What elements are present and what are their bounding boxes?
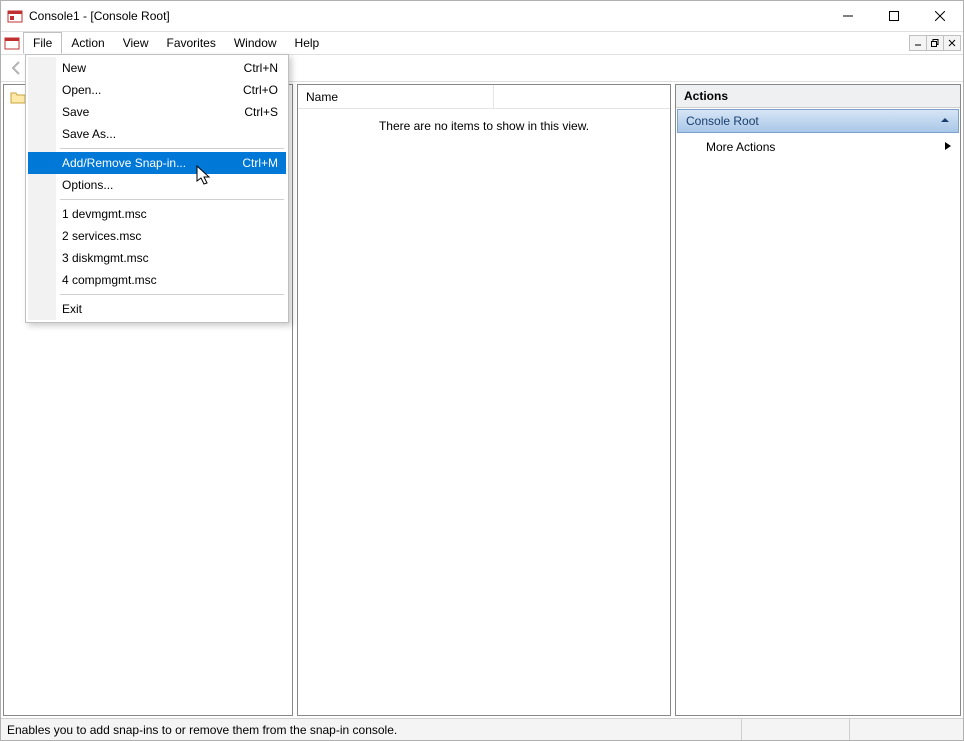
actions-section-label: Console Root [686, 114, 759, 128]
collapse-icon [940, 114, 950, 128]
mdi-minimize-button[interactable] [909, 35, 927, 51]
menu-item-open[interactable]: Open... Ctrl+O [28, 79, 286, 101]
menu-item-recent-4[interactable]: 4 compmgmt.msc [28, 269, 286, 291]
status-cell [741, 719, 849, 740]
menu-window[interactable]: Window [225, 32, 286, 54]
menu-item-exit[interactable]: Exit [28, 298, 286, 320]
mdi-restore-button[interactable] [926, 35, 944, 51]
folder-icon [10, 90, 26, 104]
column-name[interactable]: Name [298, 85, 494, 108]
menu-separator [60, 148, 284, 149]
title-bar: Console1 - [Console Root] [1, 1, 963, 31]
menu-help[interactable]: Help [286, 32, 329, 54]
menu-file[interactable]: File [23, 32, 62, 54]
submenu-arrow-icon [944, 140, 952, 154]
actions-pane: Actions Console Root More Actions [675, 84, 961, 716]
actions-section-header[interactable]: Console Root [677, 109, 959, 133]
menu-item-recent-2[interactable]: 2 services.msc [28, 225, 286, 247]
system-menu-icon[interactable] [1, 32, 23, 54]
list-empty-message: There are no items to show in this view. [298, 109, 670, 715]
maximize-button[interactable] [871, 1, 917, 31]
app-icon [7, 8, 23, 24]
window-title: Console1 - [Console Root] [29, 9, 170, 23]
minimize-button[interactable] [825, 1, 871, 31]
status-cell [849, 719, 957, 740]
menu-action[interactable]: Action [62, 32, 113, 54]
menu-separator [60, 199, 284, 200]
menu-item-add-remove-snapin[interactable]: Add/Remove Snap-in... Ctrl+M [28, 152, 286, 174]
menu-separator [60, 294, 284, 295]
menu-item-save[interactable]: Save Ctrl+S [28, 101, 286, 123]
menu-view[interactable]: View [114, 32, 158, 54]
close-button[interactable] [917, 1, 963, 31]
actions-title: Actions [676, 85, 960, 108]
list-pane[interactable]: Name There are no items to show in this … [297, 84, 671, 716]
menu-bar: File Action View Favorites Window Help [1, 31, 963, 54]
menu-item-recent-3[interactable]: 3 diskmgmt.msc [28, 247, 286, 269]
menu-item-new[interactable]: New Ctrl+N [28, 57, 286, 79]
menu-item-save-as[interactable]: Save As... [28, 123, 286, 145]
file-dropdown: New Ctrl+N Open... Ctrl+O Save Ctrl+S Sa… [25, 54, 289, 323]
menu-favorites[interactable]: Favorites [158, 32, 225, 54]
more-actions-label: More Actions [706, 140, 775, 154]
status-text: Enables you to add snap-ins to or remove… [7, 723, 397, 737]
more-actions-item[interactable]: More Actions [676, 134, 960, 160]
mdi-controls [910, 32, 963, 54]
mdi-close-button[interactable] [943, 35, 961, 51]
menu-item-options[interactable]: Options... [28, 174, 286, 196]
list-header: Name [298, 85, 670, 109]
menu-item-recent-1[interactable]: 1 devmgmt.msc [28, 203, 286, 225]
status-bar: Enables you to add snap-ins to or remove… [1, 718, 963, 740]
